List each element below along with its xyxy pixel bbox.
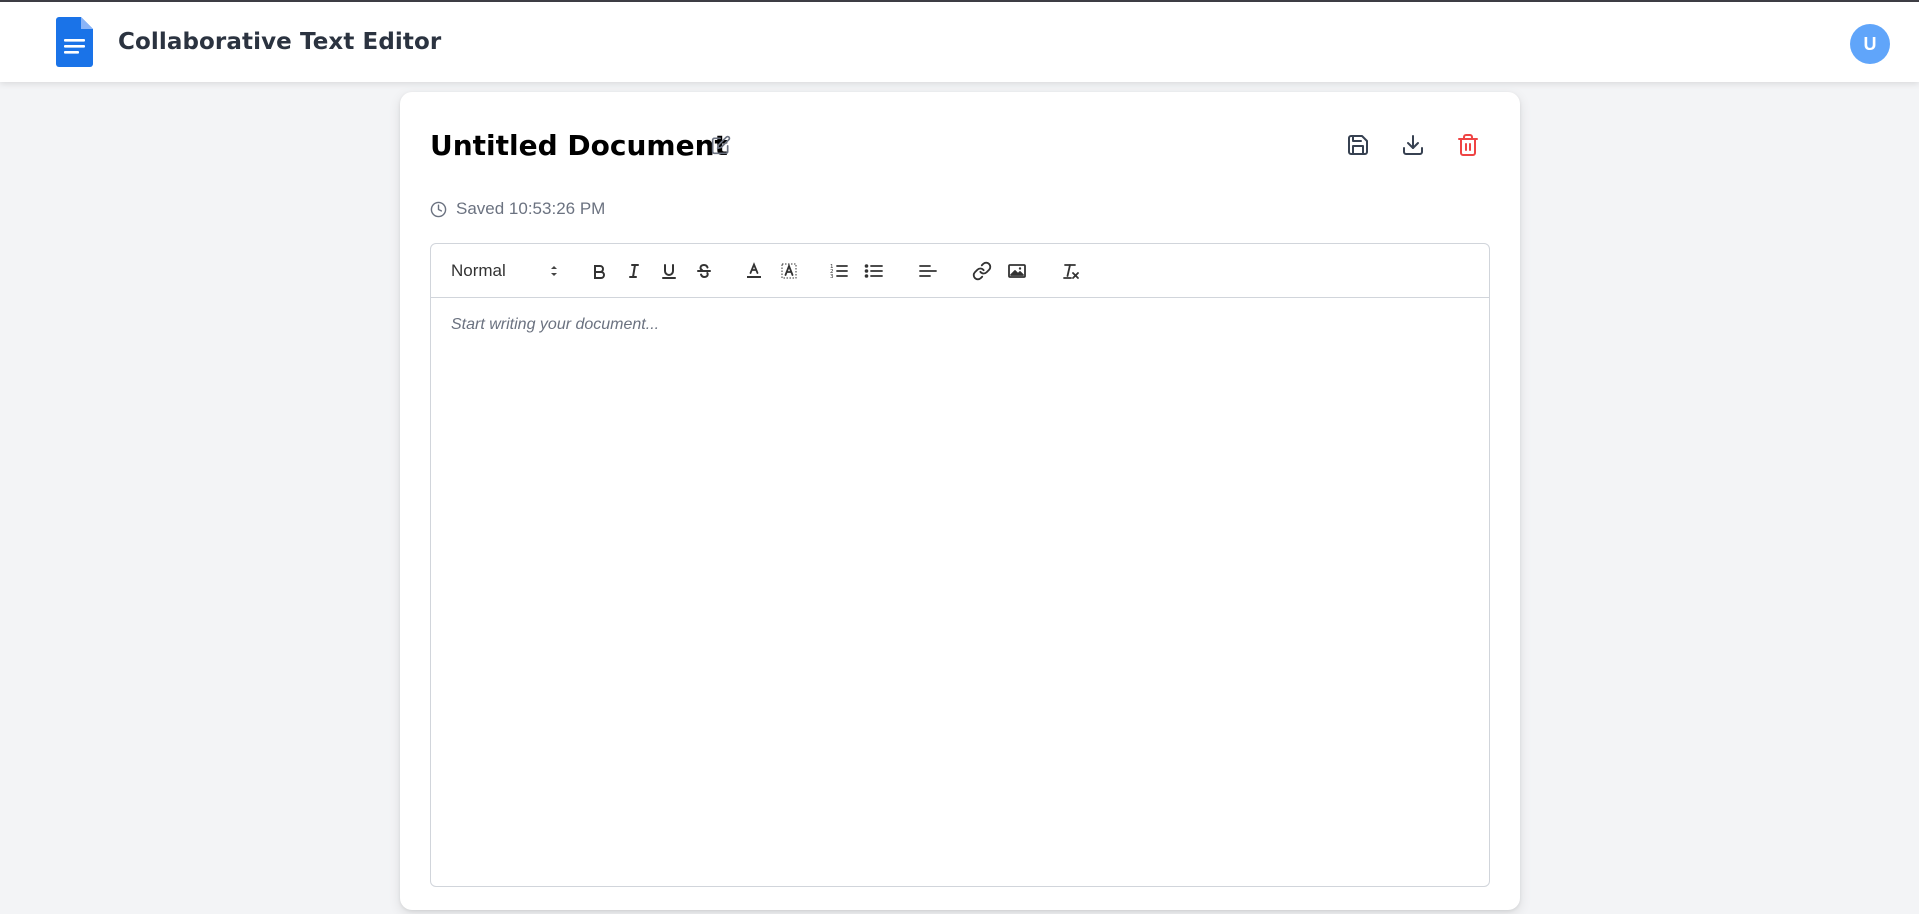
background-color-icon (781, 263, 797, 279)
save-button[interactable] (1343, 130, 1373, 160)
link-icon (972, 261, 992, 281)
clear-formatting-button[interactable] (1058, 259, 1084, 283)
format-select[interactable]: Normal (451, 260, 561, 282)
download-button[interactable] (1398, 130, 1428, 160)
app-title: Collaborative Text Editor (118, 29, 442, 55)
text-color-icon (747, 262, 761, 278)
trash-icon (1458, 134, 1478, 156)
document-title[interactable]: Untitled Document (430, 129, 728, 162)
svg-text:3: 3 (830, 274, 834, 280)
image-button[interactable] (1004, 259, 1030, 283)
strikethrough-icon (697, 263, 711, 279)
select-arrows-icon (551, 266, 557, 276)
document-card: Untitled Document Saved 10:53:26 PM Norm… (400, 92, 1520, 910)
delete-button[interactable] (1453, 130, 1483, 160)
link-button[interactable] (969, 259, 995, 283)
edit-title-icon[interactable] (711, 135, 731, 155)
italic-button[interactable] (621, 259, 647, 283)
document-logo-icon (56, 17, 93, 67)
save-status-text: Saved 10:53:26 PM (456, 199, 606, 218)
bold-button[interactable] (586, 259, 612, 283)
rich-text-editor: Normal 1 2 3 Start writing your document… (430, 243, 1490, 887)
format-select-value: Normal (451, 261, 506, 280)
clock-icon (430, 201, 447, 217)
ordered-list-icon: 1 2 3 (830, 264, 848, 280)
user-avatar[interactable]: U (1850, 24, 1890, 64)
italic-icon (629, 264, 639, 278)
save-icon (1348, 135, 1368, 155)
strike-button[interactable] (691, 259, 717, 283)
image-icon (1008, 264, 1026, 278)
download-icon (1403, 135, 1423, 155)
save-status: Saved 10:53:26 PM (430, 199, 605, 219)
text-color-button[interactable] (741, 259, 767, 283)
bold-icon (594, 265, 605, 279)
underline-button[interactable] (656, 259, 682, 283)
editor-toolbar: Normal 1 2 3 (431, 244, 1489, 298)
editor-content-area[interactable]: Start writing your document... (431, 298, 1489, 886)
bullet-list-button[interactable] (861, 259, 887, 283)
underline-icon (662, 264, 676, 279)
bullet-list-icon (864, 264, 883, 278)
clear-formatting-icon (1063, 264, 1079, 279)
navbar: Collaborative Text Editor U (0, 2, 1919, 82)
align-left-icon (919, 265, 937, 277)
ordered-list-button[interactable]: 1 2 3 (826, 259, 852, 283)
editor-placeholder: Start writing your document... (451, 316, 660, 333)
align-button[interactable] (915, 259, 941, 283)
background-color-button[interactable] (776, 259, 802, 283)
